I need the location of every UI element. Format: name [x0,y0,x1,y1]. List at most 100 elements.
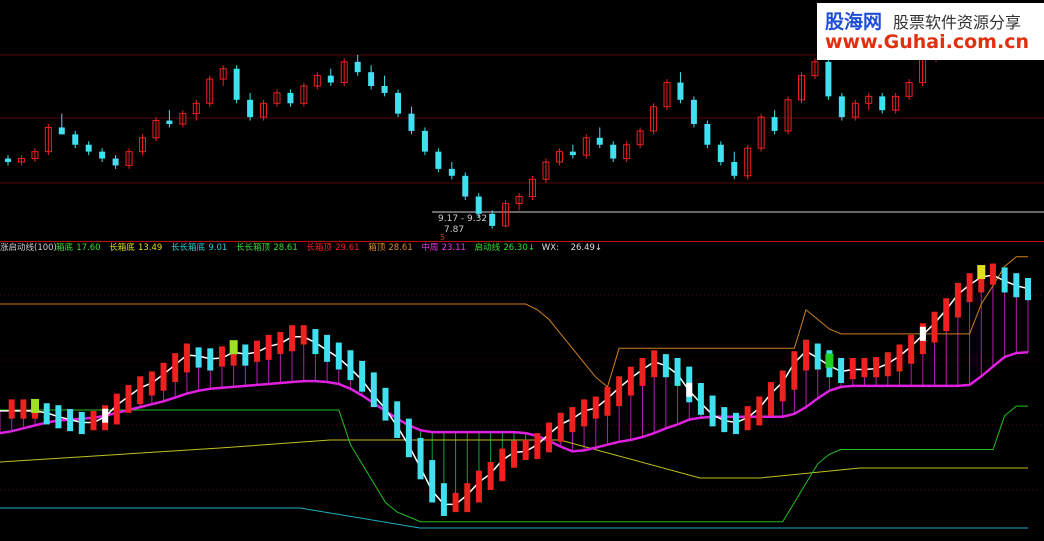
signal-label: 5 [440,233,445,242]
indicator-candle [861,357,868,378]
indicator-candle [405,418,412,458]
indicator-candle [195,347,202,368]
candle-body [704,124,711,145]
candle-body [771,117,778,131]
indicator-candle [265,334,272,360]
candle-body [408,113,415,131]
indicator-candle [954,282,961,318]
candle-body [58,127,65,135]
indicator-candle [359,360,366,392]
watermark-brand: 股海网 [825,11,883,33]
indicator-candle [394,401,401,438]
candle-body [368,72,375,86]
price-annotations: 7.87 9.17 - 9.32 5 [438,214,487,242]
candle-body [99,151,106,159]
indicator-candle [581,399,588,427]
signal-marker [229,340,238,355]
legend-value: 13.49 [138,243,162,253]
indicator-candle [908,334,915,364]
indicator-candle [254,340,260,362]
indicator-candle [604,386,611,416]
stock-chart-window: 7.87 9.17 - 9.32 5 涨启动线(100) 箱底 17.60 长箱底 13… [0,0,1044,541]
legend-label: 长箱顶 [306,242,332,253]
indicator-candle [475,470,482,503]
indicator-candle [674,357,681,386]
indicator-candle [20,399,27,419]
indicator-candle [289,325,296,352]
candle-body [233,68,240,100]
indicator-candle [592,396,599,419]
candle-body [381,86,388,93]
candle-body [717,144,724,162]
indicator-candle [43,403,50,425]
watermark-logo: 股海网 股票软件资源分享 www.Guhai.com.cn [817,3,1044,60]
legend-value: 28.61 [273,243,297,253]
signal-marker [825,353,834,368]
indicator-candle [324,334,331,362]
long-long-box-bottom-line [0,507,1028,529]
indicator-candle [791,351,798,390]
legend-value: 17.60 [76,243,100,253]
indicator-candle [90,410,97,431]
indicator-candle [873,357,880,378]
indicator-candle [1025,278,1031,301]
candle-body [610,144,617,159]
indicator-candle [417,437,424,480]
candle-body [838,96,845,118]
candle-body [690,99,697,124]
indicator-candle [849,357,856,380]
indicator-candle [440,483,447,516]
watermark-url: www.Guhai.com.cn [825,31,1029,53]
indicator-candle [732,412,739,435]
signal-marker [686,382,693,397]
indicator-candle [616,376,623,407]
signal-marker [919,326,926,341]
low-price-label: 7.87 [444,225,464,235]
signal-marker [977,265,986,280]
range-label: 9.17 - 9.32 [438,214,487,224]
indicator-candle [569,407,576,433]
indicator-candle [347,350,354,381]
candle-body [421,130,428,152]
indicator-candle [546,422,553,453]
watermark-slogan: 股票软件资源分享 [893,13,1022,32]
indicator-candle [989,263,996,285]
indicator-candle [335,342,342,370]
legend-label: WX: [542,243,559,253]
indicator-candle [814,343,821,370]
indicator-candle [721,407,728,433]
indicator-candle [838,357,845,384]
indicator-candle [382,387,389,421]
legend-label: 箱底 [56,242,74,253]
legend-value: 26.49↓ [571,243,602,253]
indicator-candle [697,383,704,415]
indicator-candle [172,353,179,383]
indicator-candle [113,393,120,425]
candle-body [85,144,92,152]
indicator-candle [487,462,494,490]
legend-label: 启动线 [475,242,501,253]
indicator-candle [662,354,669,378]
indicator-candle [78,411,85,435]
indicator-candle [557,412,564,442]
legend-label: 长长箱底 [171,242,206,253]
indicator-name: 涨启动线(100) [0,242,57,253]
indicator-candle [768,382,774,416]
indicator-candle [312,329,319,355]
indicator-candles [8,263,1031,516]
chart-canvas: 7.87 9.17 - 9.32 5 涨启动线(100) 箱底 17.60 长箱底 13… [0,37,1044,529]
indicator-candle [756,396,763,426]
indicator-candle [370,372,377,408]
indicator-candle [148,371,155,396]
legend-label: 长长箱顶 [236,242,271,253]
candle-body [825,61,832,97]
signal-marker [102,408,109,423]
candle-body [166,120,173,124]
indicator-candle [137,376,144,405]
indicator-candle [183,343,190,373]
candle-body [354,61,361,73]
candle-body [112,158,119,166]
indicator-candle [943,298,950,331]
legend-label: 中周 [421,242,438,253]
price-candles [5,37,940,229]
